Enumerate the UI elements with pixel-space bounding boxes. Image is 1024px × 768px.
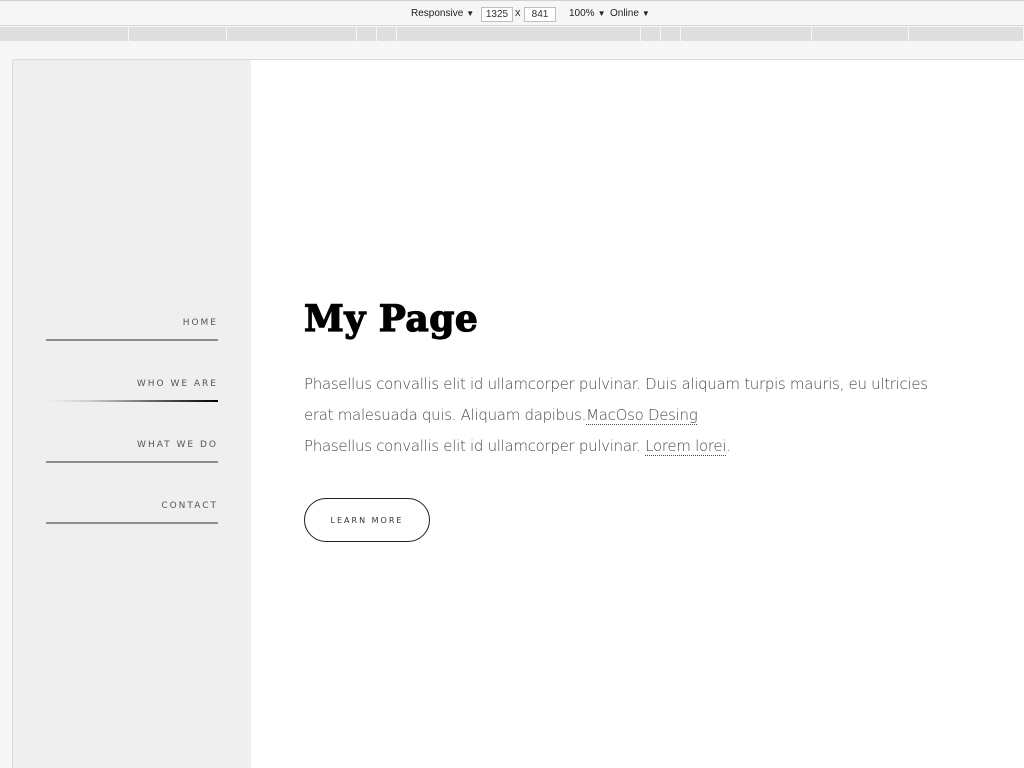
zoom-select[interactable]: 100% ▼ — [569, 8, 606, 19]
macoso-link[interactable]: MacOso Desing — [586, 406, 698, 425]
nav-label: HOME — [182, 318, 218, 328]
nav-underline — [46, 461, 218, 463]
device-label: Responsive — [411, 8, 464, 19]
height-input[interactable]: 841 — [524, 7, 556, 22]
times-sign: x — [515, 7, 521, 19]
media-query-segment[interactable] — [377, 27, 397, 41]
media-query-segment[interactable] — [357, 27, 377, 41]
network-label: Online — [610, 8, 639, 19]
nav-underline — [46, 522, 218, 524]
paragraph-period: . — [726, 437, 731, 455]
caret-down-icon: ▼ — [641, 9, 650, 18]
nav-label: WHO WE ARE — [136, 379, 218, 389]
zoom-label: 100% — [569, 8, 595, 19]
caret-down-icon: ▼ — [597, 9, 606, 18]
nav-item-contact[interactable]: CONTACT — [46, 501, 218, 541]
page-viewport: HOME WHO WE ARE WHAT WE DO CONTACT My Pa… — [12, 59, 1024, 768]
lorem-link[interactable]: Lorem lorei — [645, 437, 726, 456]
paragraph-text: Phasellus convallis elit id ullamcorper … — [304, 437, 646, 455]
nav-label: WHAT WE DO — [137, 440, 218, 450]
media-query-segment[interactable] — [661, 27, 681, 41]
media-query-segment[interactable] — [641, 27, 661, 41]
caret-down-icon: ▼ — [466, 9, 475, 18]
nav-item-home[interactable]: HOME — [46, 318, 218, 358]
media-query-segment[interactable] — [681, 27, 812, 41]
nav-underline — [46, 400, 218, 402]
device-select[interactable]: Responsive ▼ — [411, 8, 474, 19]
media-query-segment[interactable] — [812, 27, 909, 41]
sidebar: HOME WHO WE ARE WHAT WE DO CONTACT — [13, 60, 251, 768]
network-select[interactable]: Online ▼ — [610, 8, 650, 19]
nav-underline — [46, 339, 218, 341]
nav-item-who-we-are[interactable]: WHO WE ARE — [46, 379, 218, 419]
intro-paragraph: Phasellus convallis elit id ullamcorper … — [304, 369, 944, 462]
media-query-bar[interactable] — [0, 27, 1024, 41]
nav-label: CONTACT — [161, 501, 218, 511]
nav-item-what-we-do[interactable]: WHAT WE DO — [46, 440, 218, 480]
media-query-segment[interactable] — [227, 27, 357, 41]
learn-more-button[interactable]: LEARN MORE — [304, 498, 430, 542]
page-title: My Page — [303, 297, 479, 341]
media-query-segment[interactable] — [0, 27, 129, 41]
media-query-segment[interactable] — [909, 27, 1024, 41]
media-query-segment[interactable] — [129, 27, 227, 41]
width-input[interactable]: 1325 — [481, 7, 513, 22]
media-query-segment[interactable] — [397, 27, 641, 41]
device-toolbar: Responsive ▼ 1325 x 841 100% ▼ Online ▼ — [0, 0, 1024, 26]
